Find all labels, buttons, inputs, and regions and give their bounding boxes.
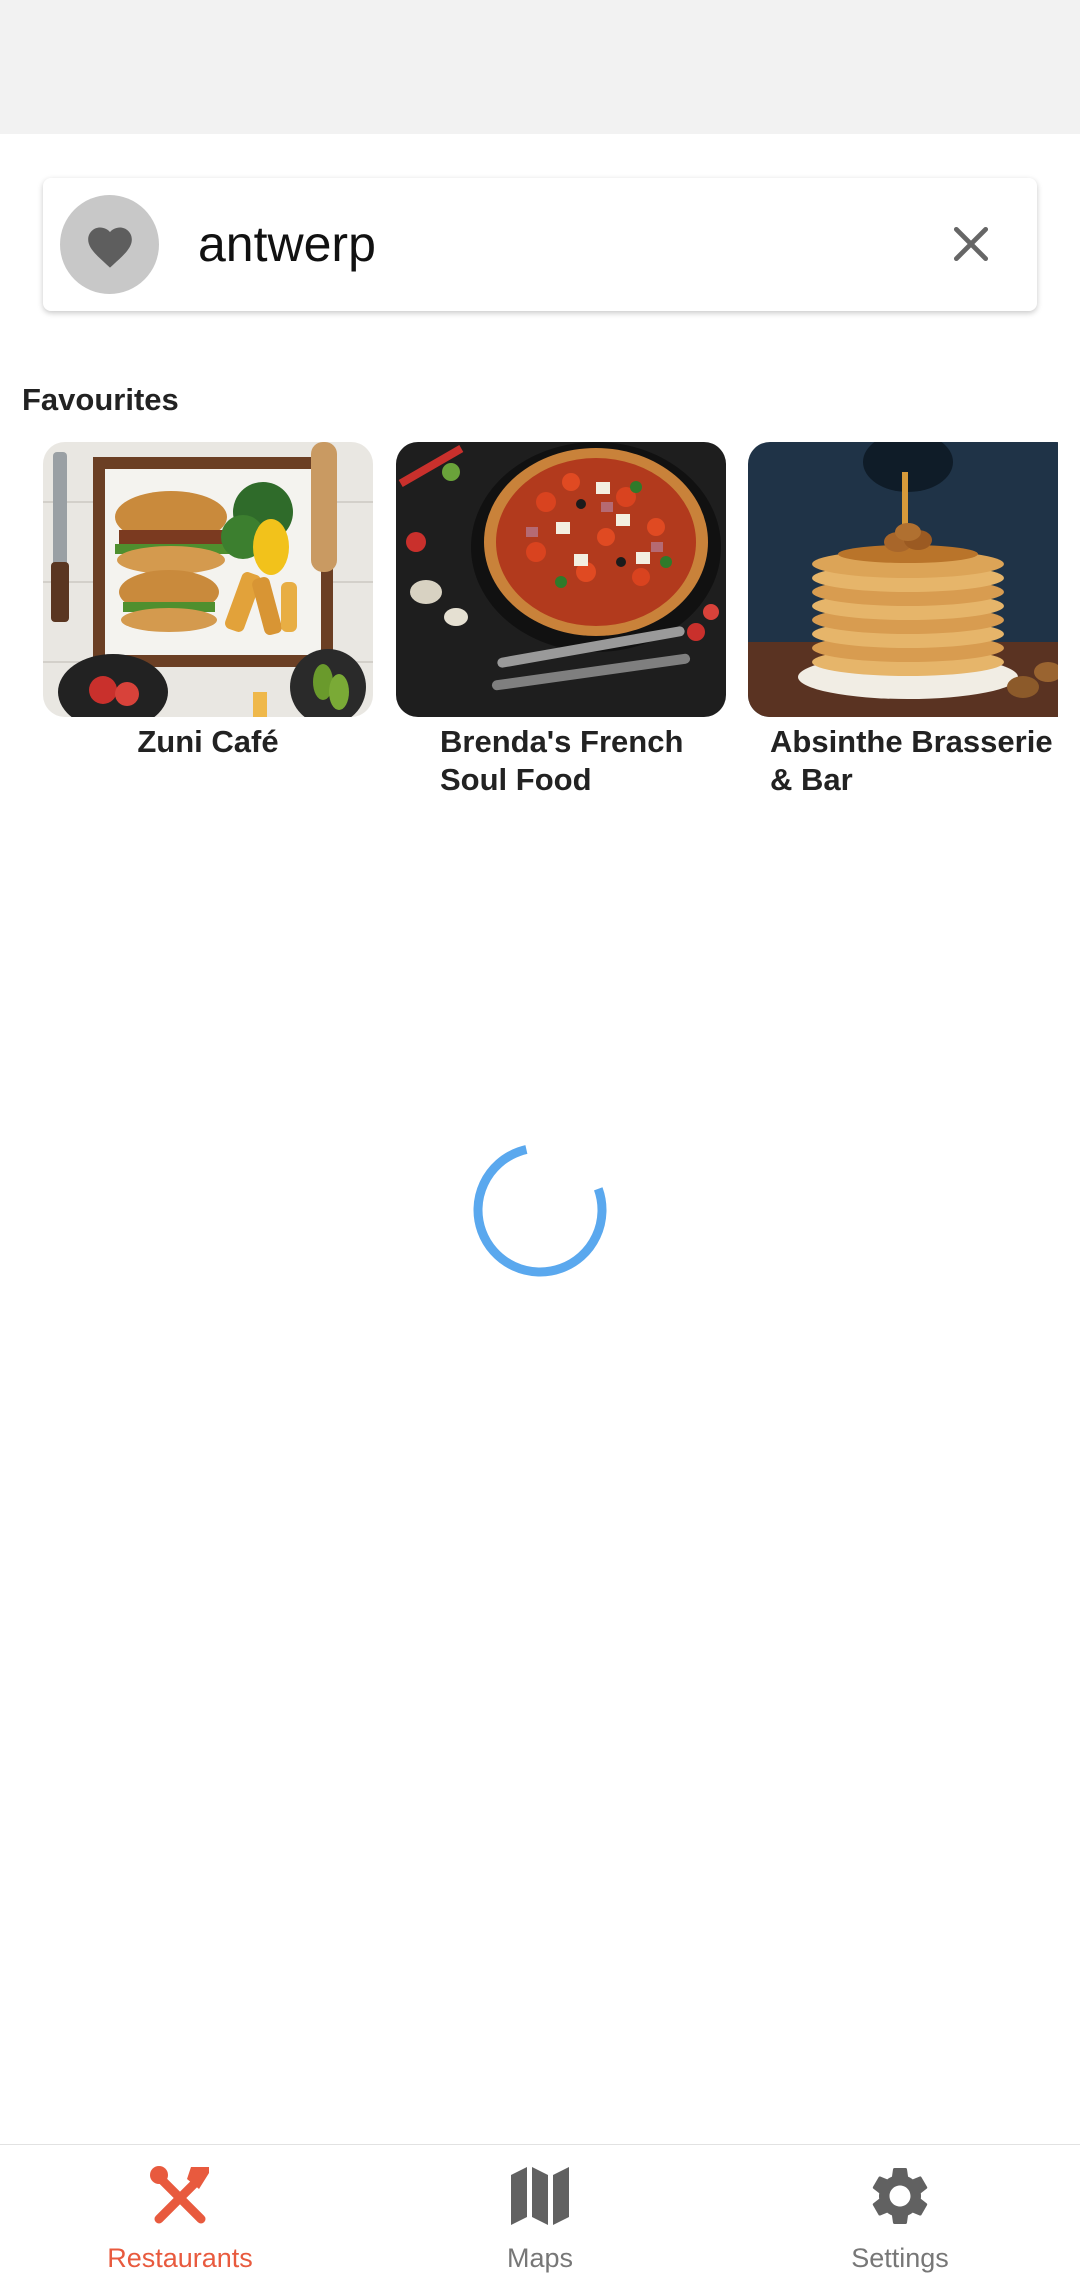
tab-maps[interactable]: Maps (360, 2145, 720, 2280)
favourite-item[interactable]: Brenda's French Soul Food (396, 442, 726, 799)
tab-restaurants[interactable]: Restaurants (0, 2145, 360, 2280)
favourite-name: Brenda's French Soul Food (440, 724, 684, 797)
pizza-photo (396, 442, 726, 717)
favourites-toggle-button[interactable] (60, 195, 159, 294)
map-icon (511, 2167, 569, 2225)
favourites-carousel[interactable]: Zuni Café Brenda's French Soul Food Absi… (0, 442, 1058, 822)
favourite-item[interactable]: Absinthe Brasserie & Bar (748, 442, 1058, 799)
tab-label: Restaurants (107, 2243, 253, 2273)
bottom-navigation: Restaurants Maps Settings (0, 2144, 1080, 2280)
tab-label: Settings (851, 2243, 949, 2273)
favourite-name: Zuni Café (137, 724, 279, 759)
burger-platter-photo (43, 442, 373, 717)
search-bar: antwerp (43, 178, 1037, 311)
favourite-item[interactable]: Zuni Café (43, 442, 373, 761)
tab-label: Maps (506, 2243, 574, 2273)
search-input[interactable]: antwerp (198, 178, 376, 311)
loading-spinner (473, 1143, 607, 1277)
pancake-stack-photo (748, 442, 1058, 717)
close-icon (953, 226, 989, 262)
tab-settings[interactable]: Settings (720, 2145, 1080, 2280)
favourites-heading: Favourites (22, 382, 179, 417)
favourite-name: Absinthe Brasserie & Bar (770, 724, 1053, 797)
fork-knife-icon (150, 2166, 209, 2224)
gear-icon (872, 2168, 928, 2224)
heart-icon (87, 227, 132, 268)
clear-search-button[interactable] (935, 208, 1007, 280)
status-bar (0, 0, 1080, 134)
